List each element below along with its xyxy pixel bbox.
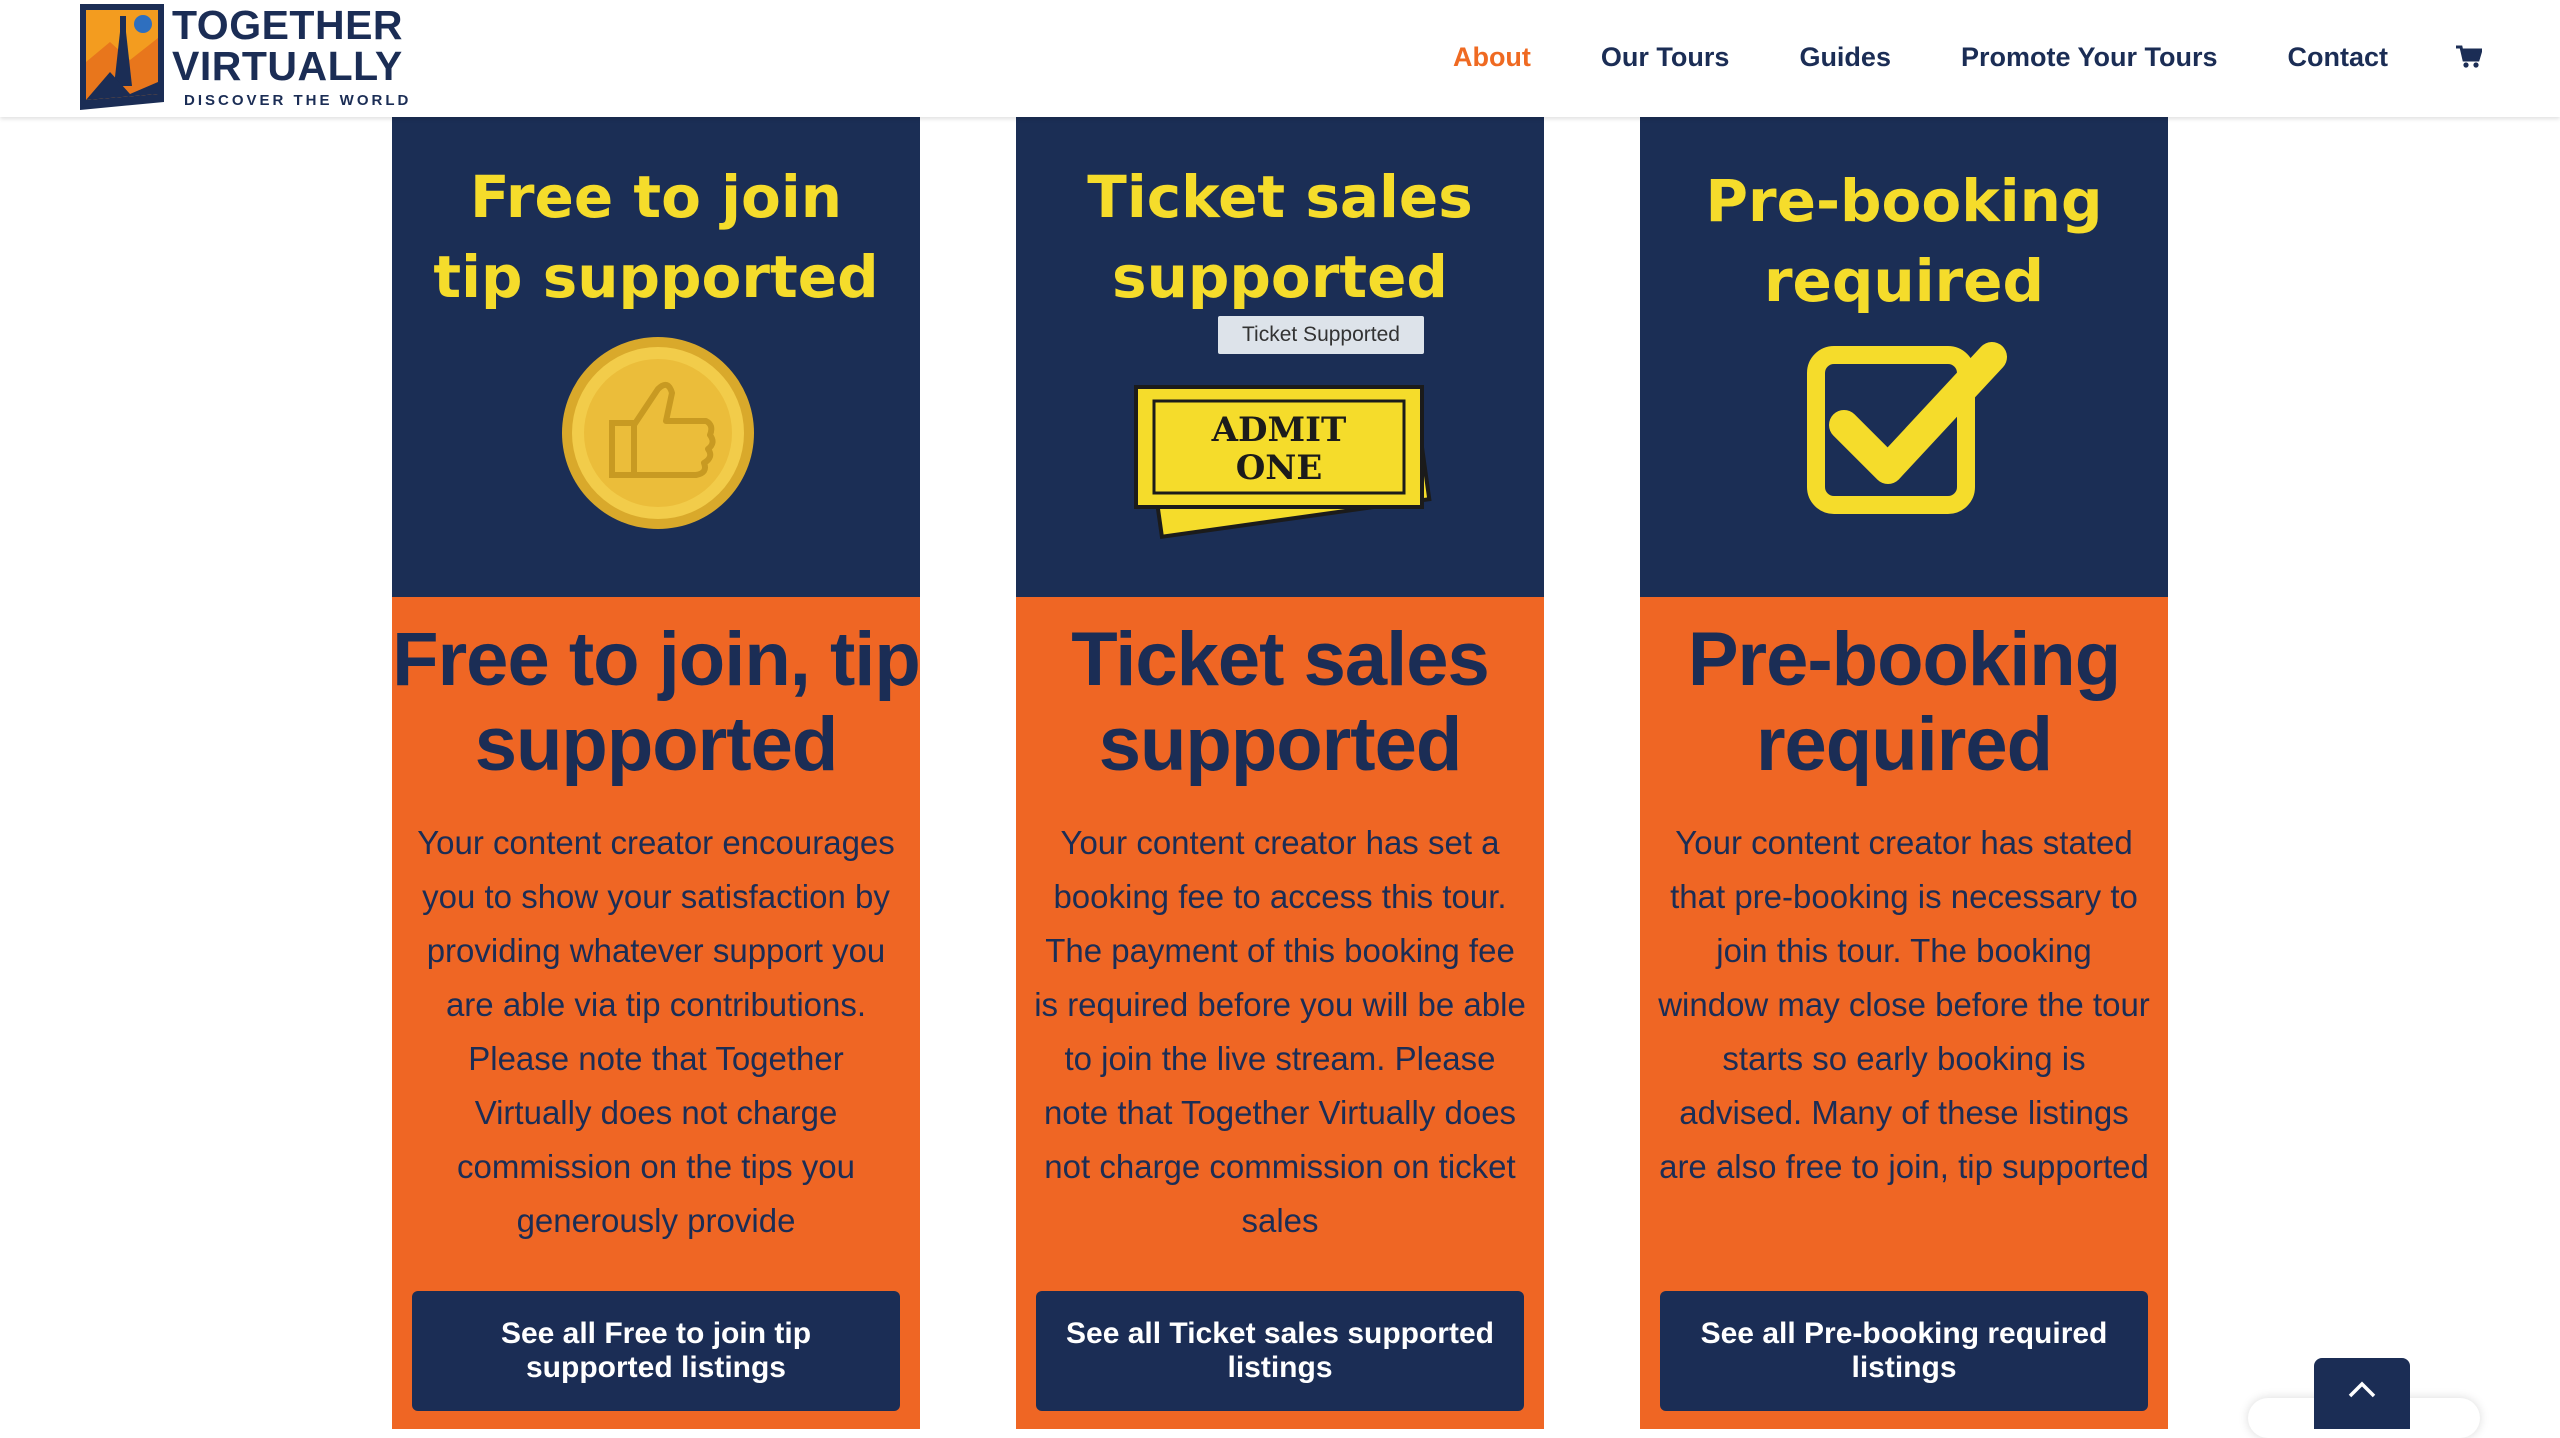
card-ticket-sales: Ticket sales supported ADMIT ONE Ticket … <box>1016 117 1544 1429</box>
see-ticket-sales-listings-button[interactable]: See all Ticket sales supported listings <box>1036 1291 1524 1411</box>
nav-guides[interactable]: Guides <box>1799 42 1891 73</box>
card-description: Your content creator has stated that pre… <box>1658 824 2150 1185</box>
card-title: Free to join, tip supported <box>392 617 921 787</box>
logo-icon <box>80 2 164 110</box>
main-nav: About Our Tours Guides Promote Your Tour… <box>1383 0 2560 114</box>
logo-line2: VIRTUALLY <box>172 42 403 89</box>
admit-one-ticket-icon: ADMIT ONE <box>1134 385 1432 540</box>
site-logo[interactable]: TOGETHER VIRTUALLY DISCOVER THE WORLD <box>80 0 411 112</box>
card-title: Pre-booking required <box>1687 617 2121 787</box>
checkbox-icon <box>1807 342 2007 514</box>
nav-contact[interactable]: Contact <box>2288 42 2389 73</box>
media-title: Free to join tip supported <box>433 163 879 311</box>
card-description: Your content creator encourages you to s… <box>417 824 895 1239</box>
site-header: TOGETHER VIRTUALLY DISCOVER THE WORLD Ab… <box>0 0 2560 117</box>
nav-promote-your-tours[interactable]: Promote Your Tours <box>1961 42 2218 73</box>
nav-about[interactable]: About <box>1453 42 1531 73</box>
card-description: Your content creator has set a booking f… <box>1034 824 1526 1239</box>
logo-line1: TOGETHER <box>172 1 404 48</box>
card-title: Ticket sales supported <box>1071 617 1490 787</box>
see-free-to-join-listings-button[interactable]: See all Free to join tip supported listi… <box>412 1291 900 1411</box>
scroll-to-top-button[interactable] <box>2314 1358 2410 1429</box>
media-title: Pre-booking required <box>1705 167 2103 315</box>
logo-text: TOGETHER VIRTUALLY DISCOVER THE WORLD <box>172 1 412 109</box>
nav-our-tours[interactable]: Our Tours <box>1601 42 1730 73</box>
media-title: Ticket sales supported <box>1087 163 1473 311</box>
see-pre-booking-listings-button[interactable]: See all Pre-booking required listings <box>1660 1291 2148 1411</box>
card-free-to-join: Free to join tip supported Free to join,… <box>392 117 921 1429</box>
card-media: Free to join tip supported <box>392 117 920 597</box>
ticket-supported-tooltip: Ticket Supported <box>1218 316 1424 354</box>
card-media: Ticket sales supported ADMIT ONE <box>1016 117 1544 597</box>
card-media: Pre-booking required <box>1640 117 2168 597</box>
logo-tagline: DISCOVER THE WORLD <box>184 91 412 109</box>
chevron-up-icon <box>2348 1381 2376 1398</box>
svg-text:ADMIT: ADMIT <box>1211 410 1347 450</box>
card-pre-booking: Pre-booking required Pre-booking require… <box>1640 117 2168 1429</box>
thumbs-up-coin-icon <box>562 337 754 529</box>
cart-icon[interactable] <box>2456 45 2484 69</box>
svg-text:ONE: ONE <box>1236 448 1323 488</box>
